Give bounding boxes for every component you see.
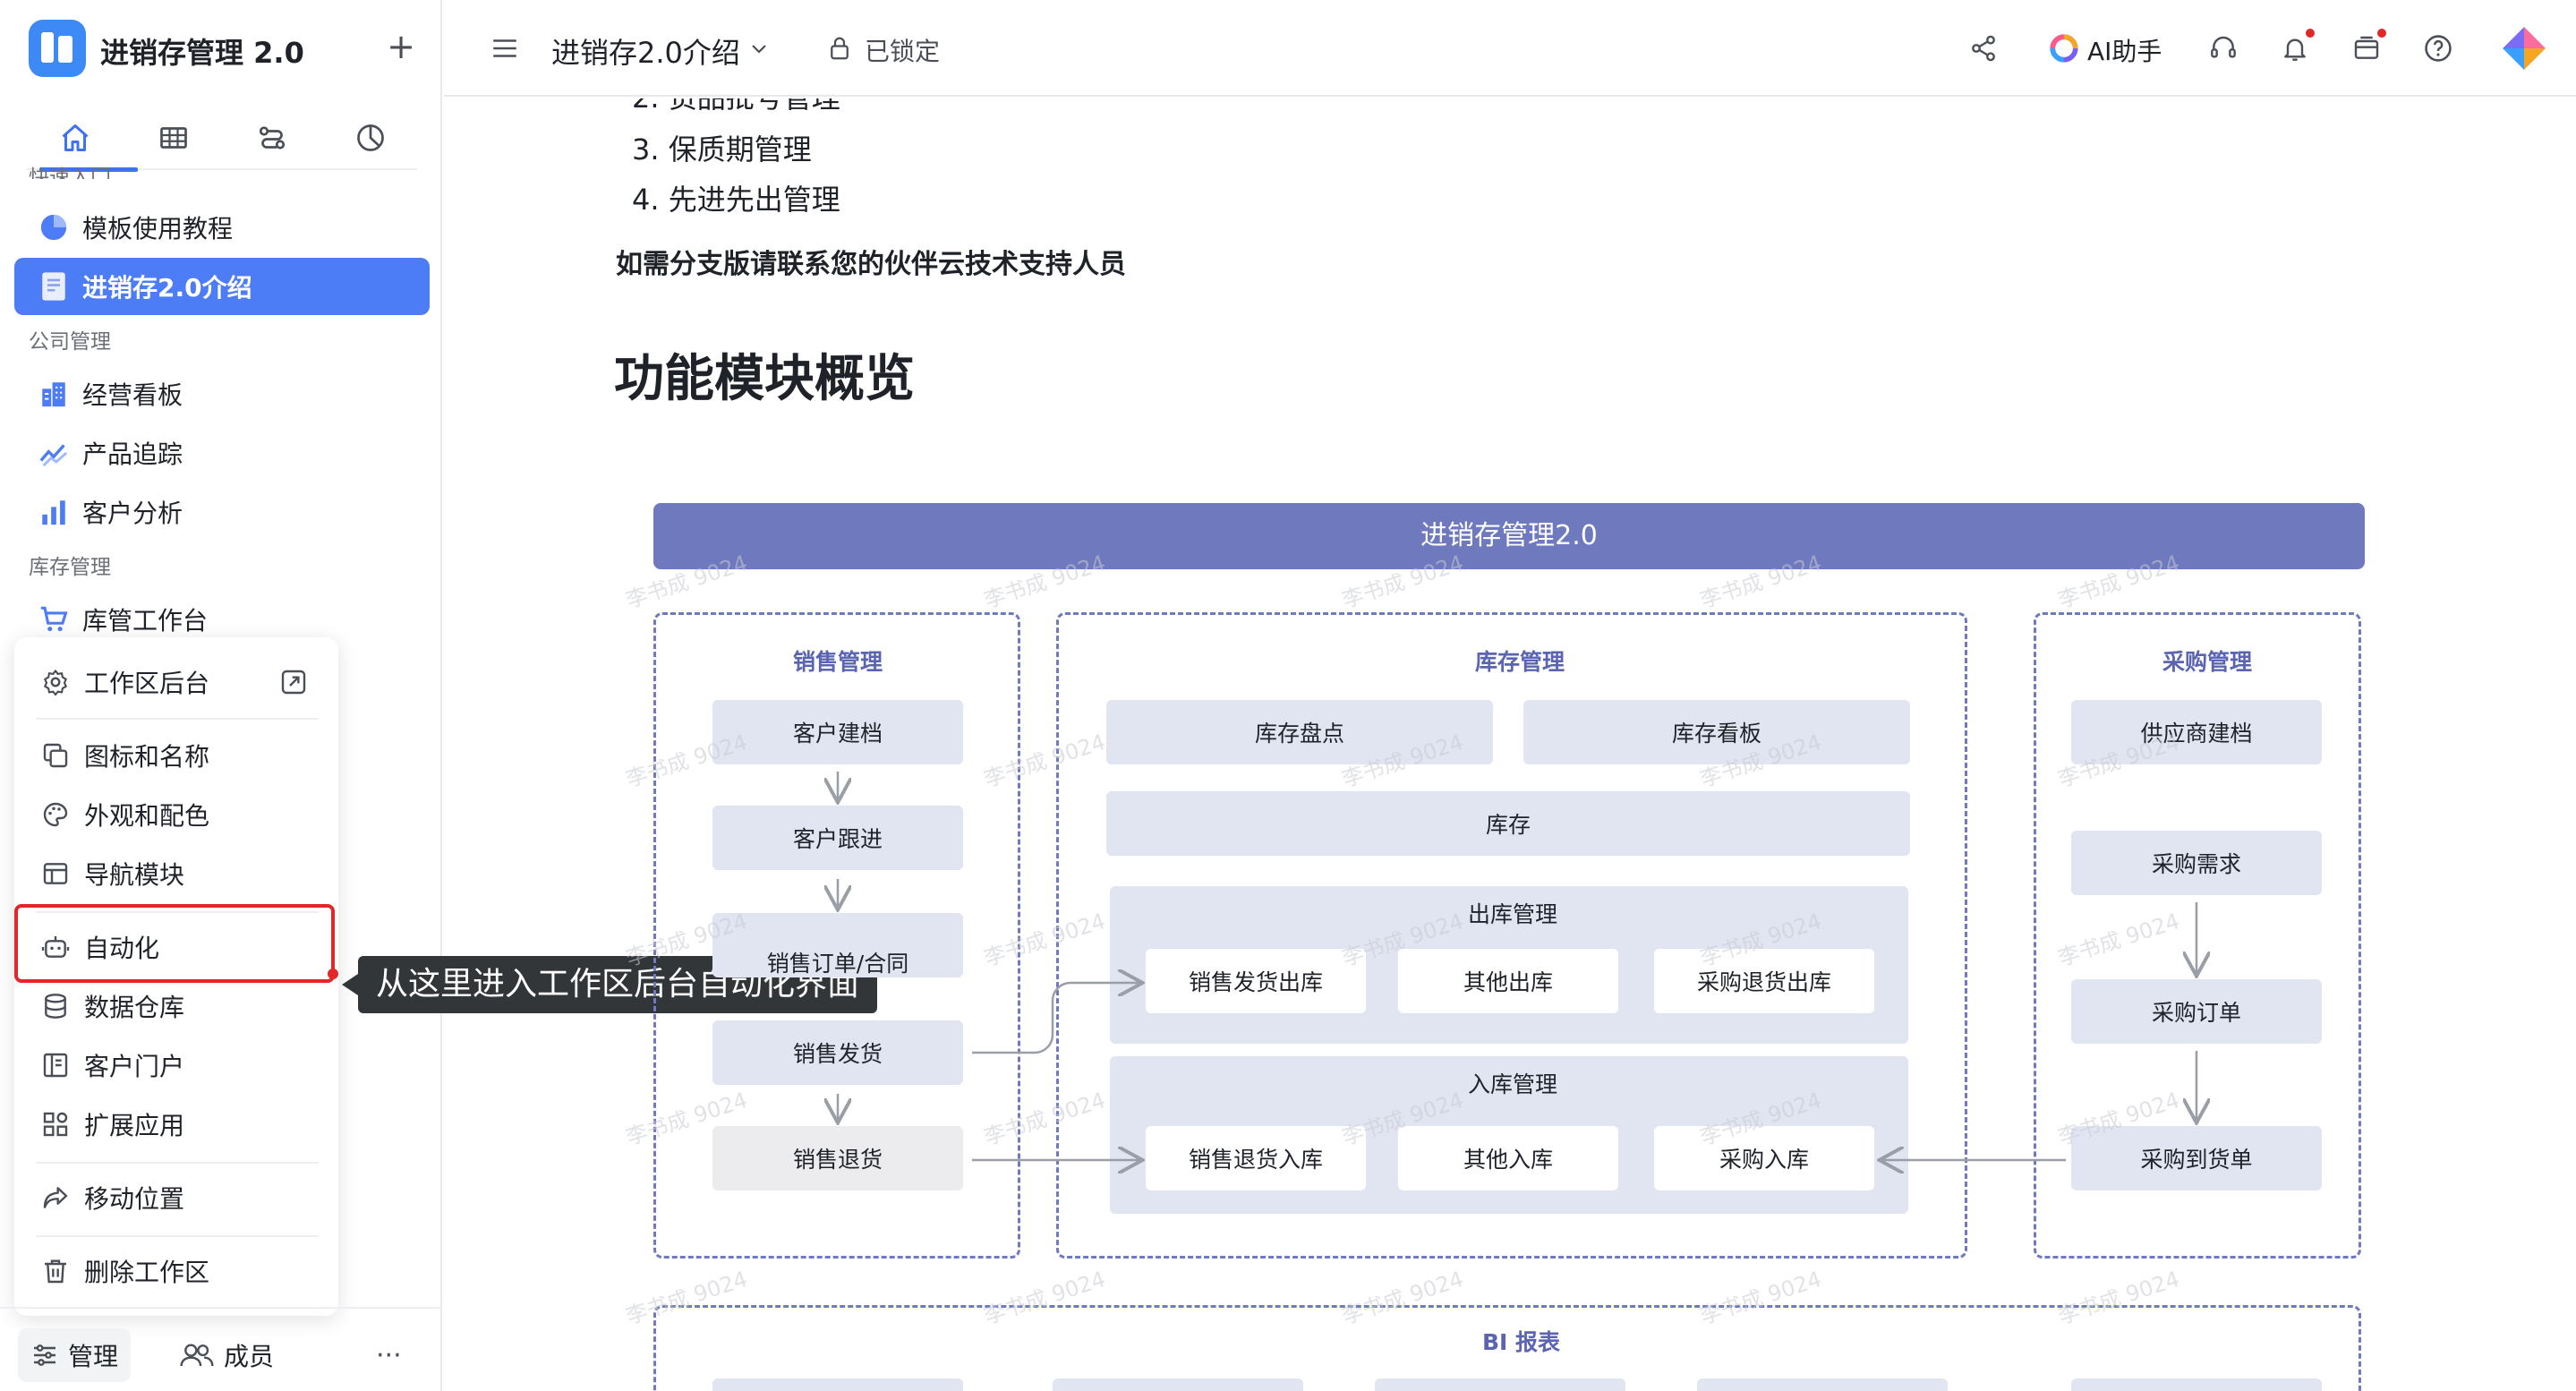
menu-item-label: 客户门户 xyxy=(84,1052,185,1081)
sidebar-bottom-bar: 管理 成员 ··· xyxy=(0,1307,442,1391)
share-arrow-icon xyxy=(38,1180,73,1216)
top-header: 进销存2.0介绍 已锁定 AI助手 xyxy=(444,0,2576,97)
menu-item-delete-workspace[interactable]: 删除工作区 xyxy=(14,1244,338,1298)
page-title[interactable]: 进销存2.0介绍 xyxy=(551,30,740,72)
menu-divider xyxy=(36,718,319,720)
section-quick-entry: 快速入门 xyxy=(29,166,111,179)
flow-icon xyxy=(259,126,286,149)
tab-dashboard[interactable] xyxy=(335,115,406,161)
help-icon[interactable] xyxy=(2420,30,2456,66)
menu-item-data-warehouse[interactable]: 数据仓库 xyxy=(14,979,338,1033)
manage-label: 管理 xyxy=(68,1342,119,1371)
gear-icon xyxy=(38,664,73,700)
menu-item-label: 移动位置 xyxy=(84,1184,185,1214)
pie-icon xyxy=(36,209,72,245)
palette-icon xyxy=(38,797,73,832)
add-icon[interactable]: + xyxy=(383,29,419,64)
menu-item-icon-name[interactable]: 图标和名称 xyxy=(14,729,338,782)
share-icon[interactable] xyxy=(1966,30,2001,66)
users-icon xyxy=(180,1344,214,1367)
external-link-icon[interactable] xyxy=(279,668,308,700)
sidebar: 进销存管理 2.0 + 快速入门 模板使用教程 进销存2.0介绍 公司管理 经营… xyxy=(0,0,442,1391)
pie-chart-icon xyxy=(357,124,384,151)
sidebar-item-dashboard[interactable]: 经营看板 xyxy=(14,365,430,422)
menu-item-label: 外观和配色 xyxy=(84,801,210,831)
home-icon xyxy=(62,124,89,151)
sidebar-item-label: 经营看板 xyxy=(82,380,183,410)
sidebar-item-intro[interactable]: 进销存2.0介绍 xyxy=(14,258,430,315)
sidebar-item-tutorial[interactable]: 模板使用教程 xyxy=(14,199,430,256)
menu-item-customer-portal[interactable]: 客户门户 xyxy=(14,1038,338,1092)
menu-item-workspace-admin[interactable]: 工作区后台 xyxy=(14,655,338,709)
menu-item-move[interactable]: 移动位置 xyxy=(14,1171,338,1225)
menu-divider xyxy=(36,1235,319,1237)
members-button[interactable]: 成员 xyxy=(166,1328,286,1382)
inbox-badge xyxy=(2377,29,2386,38)
menu-item-label: 扩展应用 xyxy=(84,1111,185,1140)
headset-icon[interactable] xyxy=(2205,30,2241,66)
menu-item-navigation[interactable]: 导航模块 xyxy=(14,847,338,900)
menu-item-label: 删除工作区 xyxy=(84,1258,210,1287)
database-icon xyxy=(38,988,73,1024)
workspace-logo-icon[interactable] xyxy=(29,20,86,77)
highlight-box xyxy=(14,904,335,983)
cart-icon xyxy=(36,602,72,637)
sidebar-item-label: 进销存2.0介绍 xyxy=(82,273,252,303)
menu-item-label: 数据仓库 xyxy=(84,993,185,1022)
bar-chart-icon xyxy=(36,494,72,530)
window-icon xyxy=(38,856,73,892)
more-button[interactable]: ··· xyxy=(363,1328,414,1382)
menu-item-label: 工作区后台 xyxy=(84,669,210,698)
sidebar-item-customer-analysis[interactable]: 客户分析 xyxy=(14,483,430,541)
table-icon xyxy=(160,127,187,149)
ai-assistant-button[interactable]: AI助手 xyxy=(2087,32,2162,68)
copy-icon xyxy=(38,738,73,773)
menu-item-appearance[interactable]: 外观和配色 xyxy=(14,788,338,841)
sidebar-item-label: 库管工作台 xyxy=(82,606,209,636)
building-icon xyxy=(36,376,72,412)
annotation-dot xyxy=(328,969,338,979)
document-icon xyxy=(36,269,72,304)
apps-icon xyxy=(38,1106,73,1142)
chevron-down-icon[interactable] xyxy=(746,34,772,63)
lock-status: 已锁定 xyxy=(865,37,941,66)
tab-table[interactable] xyxy=(138,115,209,161)
section-company: 公司管理 xyxy=(29,330,111,354)
menu-icon[interactable] xyxy=(487,30,523,66)
ai-assistant-icon[interactable] xyxy=(2046,30,2082,66)
tab-flow[interactable] xyxy=(236,115,308,161)
document-content: 2. 货品批号管理 3. 保质期管理 4. 先进先出管理 如需分支版请联系您的伙… xyxy=(444,98,2576,1391)
tab-home[interactable] xyxy=(39,115,138,172)
section-inventory: 库存管理 xyxy=(29,556,111,579)
manage-button[interactable]: 管理 xyxy=(18,1328,132,1382)
menu-item-extensions[interactable]: 扩展应用 xyxy=(14,1097,338,1151)
menu-divider xyxy=(36,1162,319,1164)
line-chart-icon xyxy=(36,435,72,471)
portal-icon xyxy=(38,1047,73,1083)
notification-badge xyxy=(2306,29,2315,38)
sliders-icon xyxy=(34,1344,55,1366)
lock-icon xyxy=(823,32,856,64)
menu-item-label: 导航模块 xyxy=(84,860,185,890)
module-diagram: 进销存管理2.0 销售管理 客户建档 客户跟进 销售订单/合同 销售发货 销售退… xyxy=(623,98,2413,1391)
sidebar-item-label: 客户分析 xyxy=(82,499,183,528)
trash-icon xyxy=(38,1253,73,1289)
members-label: 成员 xyxy=(224,1342,275,1371)
sidebar-item-label: 模板使用教程 xyxy=(82,214,234,243)
more-icon: ··· xyxy=(376,1339,402,1371)
avatar[interactable] xyxy=(2499,23,2549,73)
sidebar-item-label: 产品追踪 xyxy=(82,439,183,469)
sidebar-item-product-tracking[interactable]: 产品追踪 xyxy=(14,424,430,482)
menu-item-label: 图标和名称 xyxy=(84,742,210,772)
workspace-name[interactable]: 进销存管理 2.0 xyxy=(100,30,304,72)
